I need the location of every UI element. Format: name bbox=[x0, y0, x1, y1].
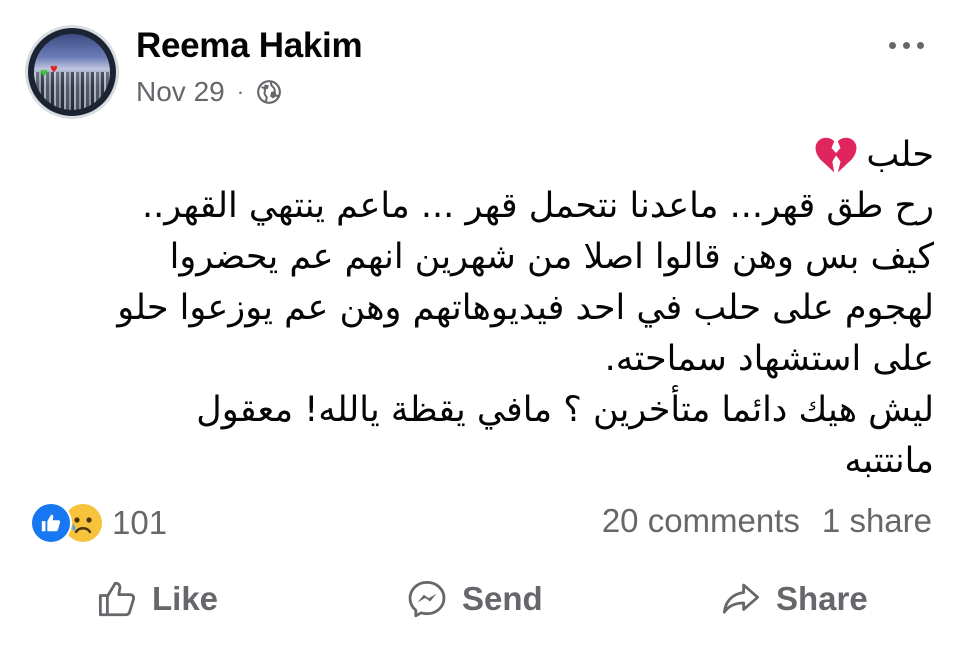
post-line: رح طق قهر... ماعدنا نتحمل قهر ... ماعم ي… bbox=[141, 186, 934, 226]
author-name[interactable]: Reema Hakim bbox=[136, 26, 363, 66]
green-heart-icon: ♥ bbox=[40, 65, 48, 80]
more-options-button[interactable] bbox=[876, 28, 936, 62]
post-line: على استشهاد سماحته. bbox=[604, 339, 934, 379]
messenger-icon bbox=[408, 580, 446, 618]
more-dot-icon bbox=[888, 41, 896, 49]
more-dot-icon bbox=[916, 41, 924, 49]
thumbs-up-outline-icon bbox=[98, 581, 136, 617]
share-label: Share bbox=[776, 580, 868, 617]
more-dot-icon bbox=[902, 41, 910, 49]
author-avatar[interactable]: ♥ ♥ bbox=[28, 28, 116, 116]
post-text: حلب رح طق قهر... ماعدنا نتحمل قهر ... ما… bbox=[40, 130, 934, 487]
shares-count-link[interactable]: 1 share bbox=[822, 502, 932, 540]
send-button[interactable]: Send bbox=[406, 578, 543, 620]
facebook-post: ♥ ♥ Reema Hakim Nov 29 · حلب رح طق قهر..… bbox=[0, 0, 960, 646]
thumbs-up-icon bbox=[41, 514, 61, 532]
like-label: Like bbox=[152, 580, 219, 617]
post-line: ليش هيك دائما متأخرين ؟ مافي يقظة يالله!… bbox=[196, 390, 934, 430]
post-line-text: حلب bbox=[866, 135, 934, 175]
post-action-bar: Like Send Share bbox=[0, 570, 960, 636]
avatar-cityscape-image: ♥ ♥ bbox=[34, 34, 110, 110]
like-reaction-icon bbox=[30, 502, 72, 544]
post-meta: Nov 29 · bbox=[136, 76, 282, 108]
meta-separator: · bbox=[236, 79, 245, 104]
post-date[interactable]: Nov 29 bbox=[136, 76, 225, 108]
post-line: لهجوم على حلب في احد فيديوهاتهم وهن عم ي… bbox=[117, 288, 934, 328]
comments-count-link[interactable]: 20 comments bbox=[602, 502, 800, 540]
send-label: Send bbox=[462, 580, 543, 617]
reaction-count: 101 bbox=[112, 504, 168, 541]
engagement-stats: 20 comments 1 share bbox=[602, 502, 932, 540]
like-button[interactable]: Like bbox=[96, 578, 218, 620]
reaction-summary[interactable]: 101 bbox=[30, 502, 167, 544]
post-line: مانتتبه bbox=[844, 441, 934, 481]
broken-heart-icon bbox=[815, 137, 857, 173]
share-button[interactable]: Share bbox=[720, 578, 868, 620]
globe-icon[interactable] bbox=[256, 79, 282, 105]
post-line: كيف بس وهن قالوا اصلا من شهرين انهم عم ي… bbox=[169, 237, 934, 277]
red-heart-icon: ♥ bbox=[50, 61, 58, 76]
post-line: حلب bbox=[40, 130, 934, 181]
share-arrow-icon bbox=[722, 583, 760, 614]
